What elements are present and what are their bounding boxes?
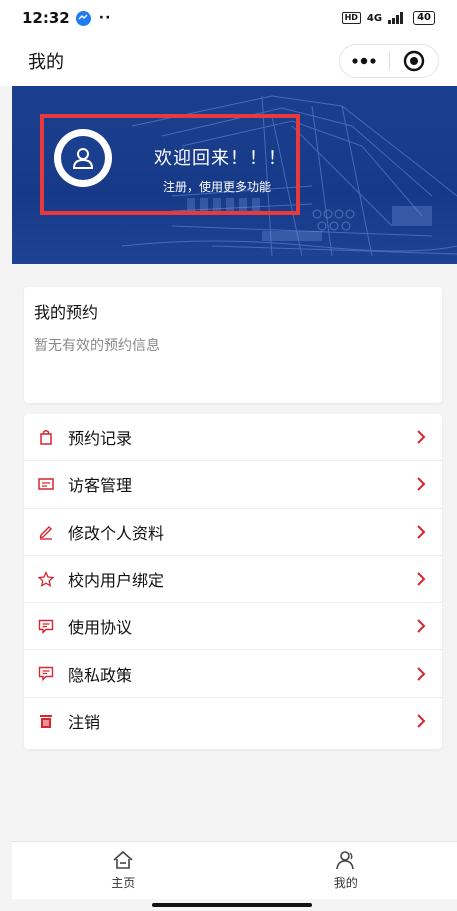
- tab-label: 我的: [333, 876, 358, 890]
- message-icon: [38, 666, 54, 682]
- network-label: 4G: [366, 12, 383, 24]
- message-icon: [38, 618, 54, 634]
- menu-item-privacy-policy[interactable]: 隐私政策: [24, 650, 442, 698]
- bookings-title: 我的预约: [34, 303, 99, 322]
- more-dots-icon: [352, 57, 376, 65]
- trash-icon: [38, 713, 54, 729]
- avatar[interactable]: [54, 129, 112, 187]
- settings-menu: 预约记录 访客管理 修改个人资料 校内用户绑定 使用协议 隐私政策 注销: [24, 414, 442, 749]
- tab-label: 主页: [111, 876, 136, 890]
- menu-item-label: 修改个人资料: [68, 523, 165, 543]
- mini-program-capsule: [339, 44, 439, 78]
- bag-icon: [38, 429, 54, 445]
- signal-icon: [388, 12, 404, 24]
- card-icon: [38, 476, 54, 492]
- menu-item-booking-records[interactable]: 预约记录: [24, 414, 442, 462]
- pencil-icon: [38, 524, 54, 540]
- battery-icon: 40: [413, 11, 435, 25]
- menu-item-label: 注销: [68, 713, 101, 733]
- nav-bar: 我的: [0, 36, 457, 86]
- tab-home[interactable]: 主页: [12, 842, 235, 899]
- user-avatar-icon: [61, 136, 105, 180]
- page-title: 我的: [28, 52, 64, 73]
- home-icon: [113, 850, 133, 869]
- menu-item-label: 使用协议: [68, 618, 133, 638]
- close-mini-program-button[interactable]: [390, 45, 439, 77]
- status-time: 12:32: [22, 9, 70, 27]
- chevron-right-icon: [417, 525, 426, 539]
- hd-badge: HD: [341, 12, 361, 24]
- chevron-right-icon: [417, 666, 426, 681]
- messenger-icon: [75, 10, 91, 26]
- status-right: HD 4G 40: [341, 11, 435, 25]
- welcome-text: 欢迎回来！！！: [154, 148, 287, 169]
- status-dots: ··: [98, 10, 112, 26]
- user-icon: [335, 851, 354, 870]
- bookings-empty-text: 暂无有效的预约信息: [34, 338, 160, 354]
- chevron-right-icon: [417, 714, 426, 729]
- menu-item-label: 隐私政策: [68, 665, 133, 685]
- register-link[interactable]: 注册，使用更多功能: [163, 178, 271, 195]
- my-bookings-card: 我的预约 暂无有效的预约信息: [24, 287, 442, 403]
- profile-banner: 欢迎回来！！！ 注册，使用更多功能: [12, 86, 457, 264]
- menu-item-label: 访客管理: [68, 476, 133, 496]
- chevron-right-icon: [417, 477, 426, 492]
- target-icon: [403, 50, 424, 72]
- tab-mine[interactable]: 我的: [235, 842, 457, 899]
- chevron-right-icon: [417, 430, 426, 444]
- tab-bar: 主页 我的: [12, 841, 457, 899]
- home-indicator: [152, 903, 312, 907]
- star-icon: [38, 571, 54, 588]
- status-bar: 12:32 ·· HD 4G 40: [0, 0, 457, 36]
- menu-item-label: 校内用户绑定: [68, 571, 165, 591]
- more-button[interactable]: [340, 45, 389, 77]
- menu-item-label: 预约记录: [68, 429, 133, 449]
- menu-item-user-agreement[interactable]: 使用协议: [24, 603, 442, 651]
- menu-item-edit-profile[interactable]: 修改个人资料: [24, 509, 442, 556]
- chevron-right-icon: [417, 572, 426, 586]
- menu-item-campus-binding[interactable]: 校内用户绑定: [24, 556, 442, 604]
- chevron-right-icon: [417, 619, 426, 634]
- menu-item-logout[interactable]: 注销: [24, 698, 442, 745]
- menu-item-visitor-management[interactable]: 访客管理: [24, 461, 442, 509]
